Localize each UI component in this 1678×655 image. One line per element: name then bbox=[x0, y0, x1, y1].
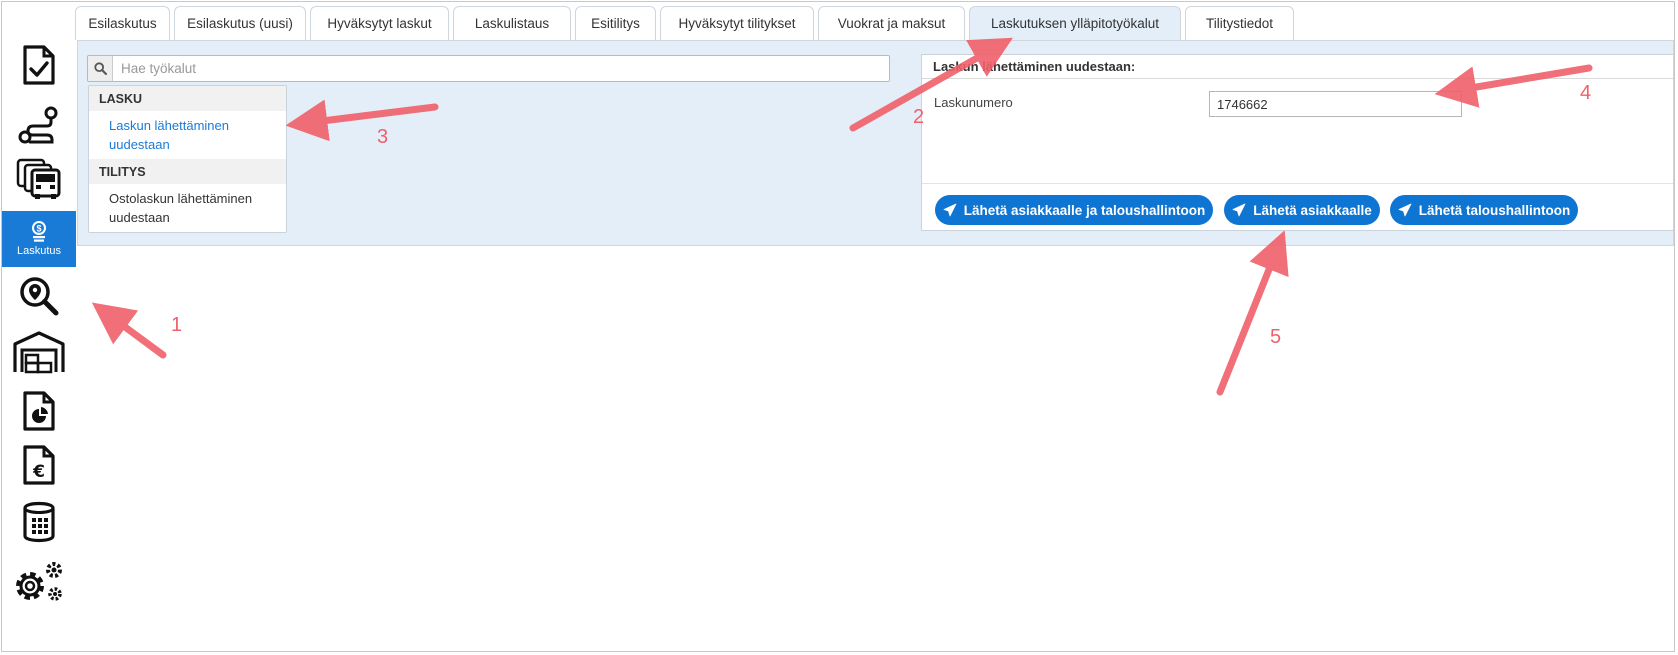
annotation-arrow-3 bbox=[285, 99, 439, 142]
annotation-arrow-1 bbox=[91, 302, 167, 359]
annotation-label-1: 1 bbox=[171, 314, 183, 336]
annotation-overlay bbox=[91, 37, 1593, 396]
annotation-arrow-5 bbox=[1216, 230, 1289, 396]
annotation-label-4: 4 bbox=[1580, 82, 1592, 104]
annotation-label-3: 3 bbox=[377, 126, 389, 148]
annotation-label-2: 2 bbox=[913, 106, 925, 128]
annotation-label-5: 5 bbox=[1270, 326, 1282, 348]
annotation-arrow-4 bbox=[1434, 64, 1593, 108]
annotation-arrow-2 bbox=[849, 37, 1013, 132]
